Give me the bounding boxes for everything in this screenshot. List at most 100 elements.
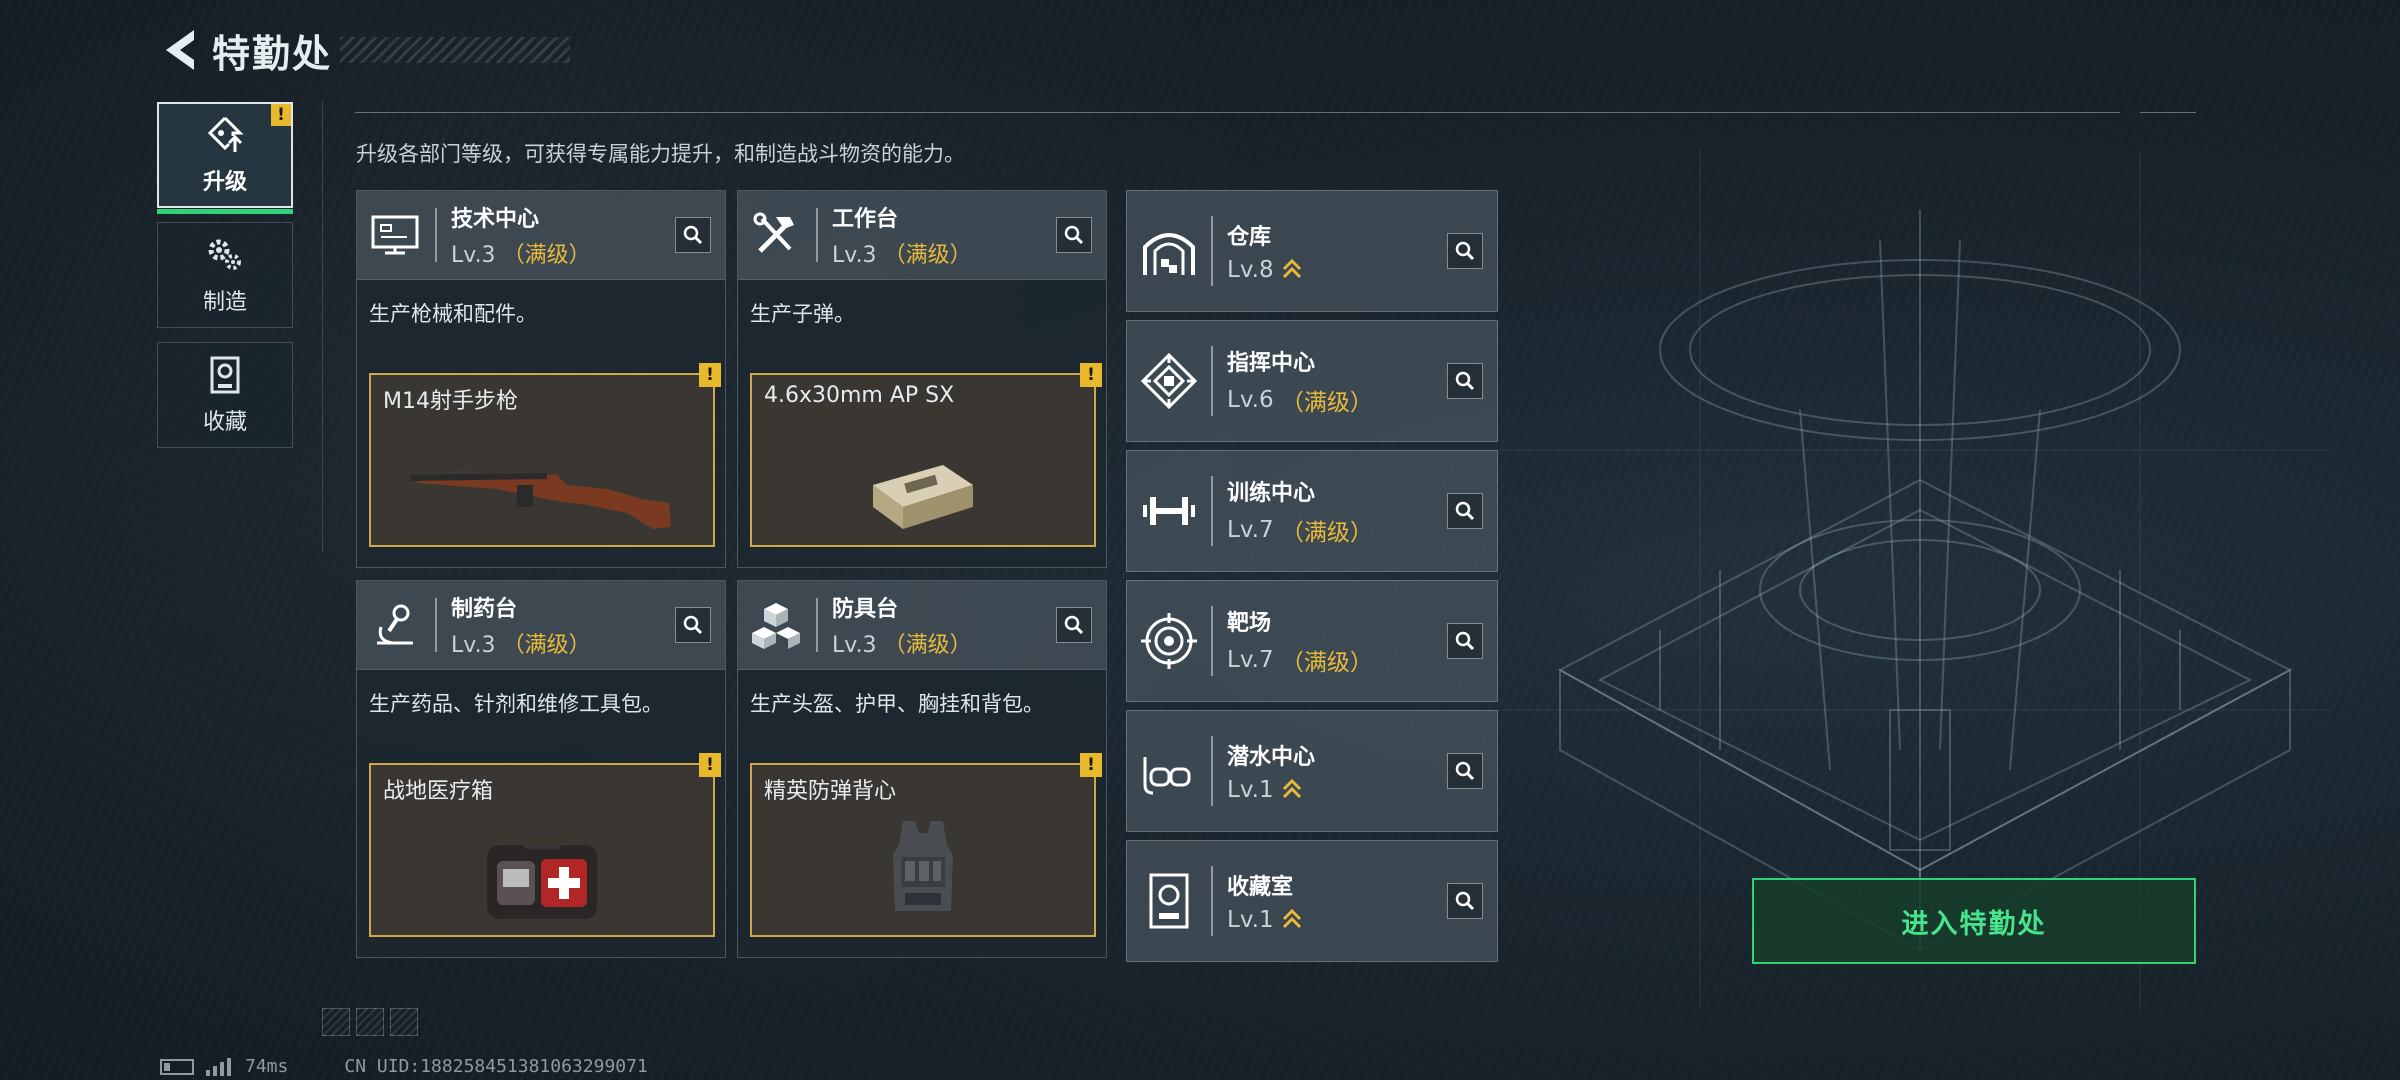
station-description: 生产子弹。 bbox=[750, 302, 855, 326]
gears-icon bbox=[208, 239, 241, 270]
product-slot[interactable]: 4.6x30mm AP SX ! bbox=[750, 363, 1102, 547]
ping-value: 74ms bbox=[245, 1056, 289, 1077]
diving-mask-icon bbox=[1143, 757, 1191, 795]
side-nav: 升级 ! 制造 收藏 bbox=[157, 102, 297, 462]
nav-label: 升级 bbox=[202, 170, 247, 195]
product-name: 4.6x30mm AP SX bbox=[764, 383, 955, 408]
target-icon bbox=[1141, 613, 1197, 669]
separator bbox=[816, 208, 818, 262]
ammo-box-image bbox=[873, 465, 973, 529]
separator bbox=[1211, 346, 1213, 416]
warehouse-icon bbox=[1143, 233, 1195, 275]
inspect-button[interactable] bbox=[675, 607, 711, 643]
separator bbox=[1211, 866, 1213, 936]
station-description: 生产枪械和配件。 bbox=[369, 302, 537, 326]
search-icon bbox=[1455, 631, 1475, 651]
separator bbox=[816, 598, 818, 652]
station-card-workbench[interactable]: 工作台 Lv.3 （满级） 生产子弹。 4.6x30mm AP SX ! bbox=[737, 190, 1107, 568]
upgrade-chevrons-icon bbox=[1282, 258, 1301, 279]
battery-icon bbox=[160, 1058, 194, 1075]
facility-diving-center[interactable]: 潜水中心 Lv.1 bbox=[1126, 710, 1498, 832]
separator bbox=[1211, 736, 1213, 806]
inspect-button[interactable] bbox=[1056, 607, 1092, 643]
facility-level: Lv.1 bbox=[1227, 777, 1315, 803]
alert-badge: ! bbox=[1080, 753, 1102, 777]
station-level: Lv.3 （满级） bbox=[451, 243, 591, 268]
inspect-button[interactable] bbox=[675, 217, 711, 253]
search-icon bbox=[1455, 891, 1475, 911]
max-level-tag: （满级） bbox=[1280, 520, 1373, 546]
max-level-tag: （满级） bbox=[1280, 650, 1373, 676]
alert-badge: ! bbox=[271, 104, 291, 126]
search-icon bbox=[1064, 225, 1084, 245]
search-icon bbox=[1455, 241, 1475, 261]
facility-name: 靶场 bbox=[1227, 611, 1272, 636]
station-description: 生产头盔、护甲、胸挂和背包。 bbox=[750, 692, 1044, 716]
max-level-tag: （满级） bbox=[1280, 390, 1373, 416]
separator bbox=[1211, 216, 1213, 286]
nav-item-upgrade[interactable]: 升级 ! bbox=[157, 102, 293, 214]
divider bbox=[355, 112, 2120, 113]
nav-item-craft[interactable]: 制造 bbox=[157, 222, 293, 328]
card-header: 制药台 Lv.3 （满级） bbox=[357, 581, 725, 670]
facility-level: Lv.1 bbox=[1227, 907, 1302, 933]
station-name: 防具台 bbox=[832, 597, 899, 622]
station-level: Lv.3 （满级） bbox=[832, 243, 972, 268]
upgrade-chevrons-icon bbox=[1282, 778, 1301, 799]
product-slot[interactable]: 战地医疗箱 ! bbox=[369, 753, 721, 937]
facility-training-center[interactable]: 训练中心 Lv.7 （满级） bbox=[1126, 450, 1498, 572]
inspect-button[interactable] bbox=[1447, 883, 1483, 919]
inspect-button[interactable] bbox=[1056, 217, 1092, 253]
card-header: 防具台 Lv.3 （满级） bbox=[738, 581, 1106, 670]
product-slot[interactable]: M14射手步枪 ! bbox=[369, 363, 721, 547]
station-description: 生产药品、针剂和维修工具包。 bbox=[369, 692, 663, 716]
divider bbox=[2140, 112, 2196, 113]
product-slot[interactable]: 精英防弹背心 ! bbox=[750, 753, 1102, 937]
station-card-pharmacy[interactable]: 制药台 Lv.3 （满级） 生产药品、针剂和维修工具包。 战地医疗箱 ! bbox=[356, 580, 726, 958]
dumbbell-icon bbox=[1143, 497, 1195, 525]
facility-name: 仓库 bbox=[1227, 225, 1272, 250]
enter-special-ops-button[interactable]: 进入特勤处 bbox=[1752, 878, 2196, 964]
card-header: 技术中心 Lv.3 （满级） bbox=[357, 191, 725, 280]
inspect-button[interactable] bbox=[1447, 623, 1483, 659]
search-icon bbox=[1064, 615, 1084, 635]
max-level-tag: （满级） bbox=[883, 633, 972, 658]
upgrade-chevrons-icon bbox=[1282, 908, 1301, 929]
nav-label: 制造 bbox=[202, 290, 247, 315]
upgrade-icon bbox=[207, 116, 244, 152]
station-card-armor[interactable]: 防具台 Lv.3 （满级） 生产头盔、护甲、胸挂和背包。 精英防弹背心 ! bbox=[737, 580, 1107, 958]
user-uid: CN UID:188258451381063299071 bbox=[344, 1056, 648, 1077]
inspect-button[interactable] bbox=[1447, 493, 1483, 529]
facility-warehouse[interactable]: 仓库 Lv.8 bbox=[1126, 190, 1498, 312]
station-name: 技术中心 bbox=[451, 207, 540, 232]
title-decoration bbox=[340, 37, 571, 63]
card-header: 工作台 Lv.3 （满级） bbox=[738, 191, 1106, 280]
divider bbox=[322, 102, 323, 552]
inspect-button[interactable] bbox=[1447, 233, 1483, 269]
inspect-button[interactable] bbox=[1447, 753, 1483, 789]
microscope-icon bbox=[377, 604, 413, 645]
search-icon bbox=[1455, 761, 1475, 781]
back-arrow-icon[interactable] bbox=[160, 28, 200, 72]
alert-badge: ! bbox=[699, 363, 721, 387]
collection-icon bbox=[210, 356, 240, 394]
inspect-button[interactable] bbox=[1447, 363, 1483, 399]
station-level: Lv.3 （满级） bbox=[451, 633, 591, 658]
facility-name: 指挥中心 bbox=[1227, 351, 1316, 376]
nav-item-collection[interactable]: 收藏 bbox=[157, 342, 293, 448]
alert-badge: ! bbox=[1080, 363, 1102, 387]
facility-shooting-range[interactable]: 靶场 Lv.7 （满级） bbox=[1126, 580, 1498, 702]
separator bbox=[1211, 606, 1213, 676]
facility-level: Lv.8 bbox=[1227, 257, 1302, 283]
facility-name: 潜水中心 bbox=[1227, 745, 1316, 770]
facility-command-center[interactable]: 指挥中心 Lv.6 （满级） bbox=[1126, 320, 1498, 442]
facility-level: Lv.6 （满级） bbox=[1227, 383, 1373, 417]
page-description: 升级各部门等级，可获得专属能力提升，和制造战斗物资的能力。 bbox=[356, 142, 965, 166]
facility-collection-room[interactable]: 收藏室 Lv.1 bbox=[1126, 840, 1498, 962]
station-card-tech-center[interactable]: 技术中心 Lv.3 （满级） 生产枪械和配件。 M14射手步枪 ! bbox=[356, 190, 726, 568]
max-level-tag: （满级） bbox=[502, 633, 591, 658]
vest-image bbox=[893, 821, 953, 911]
search-icon bbox=[1455, 501, 1475, 521]
station-name: 制药台 bbox=[451, 597, 518, 622]
status-bar: 74ms CN UID:188258451381063299071 bbox=[160, 1056, 648, 1077]
